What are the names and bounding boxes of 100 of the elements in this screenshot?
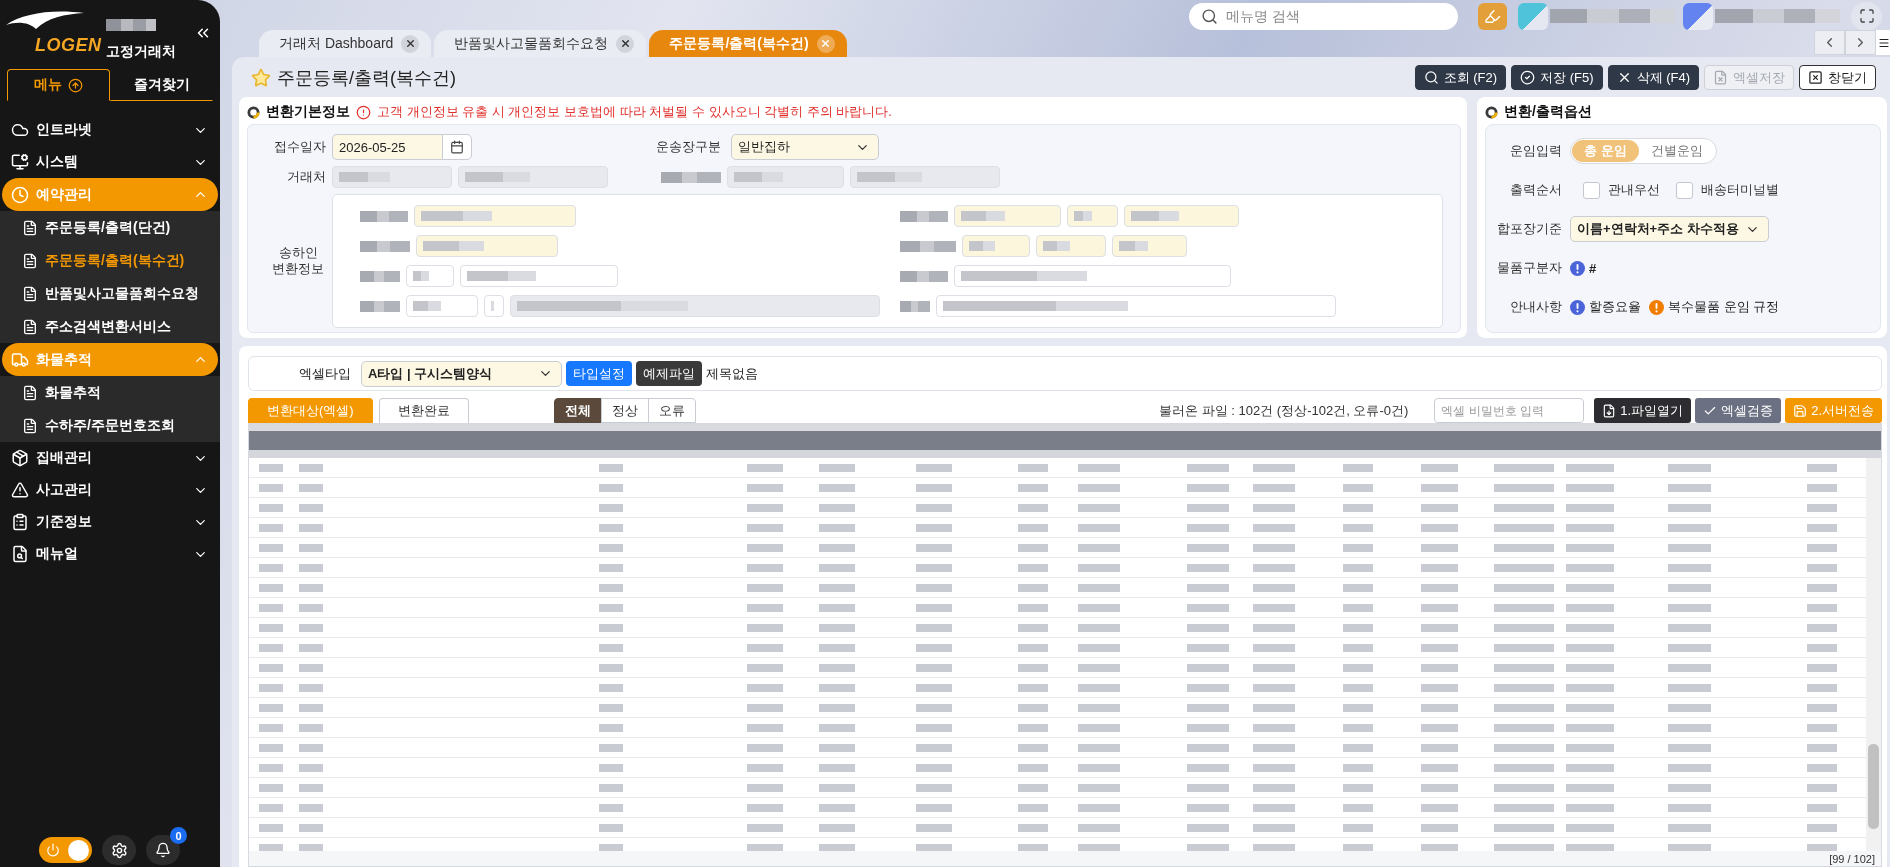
close-icon <box>404 38 416 49</box>
redacted-label <box>900 240 956 252</box>
redacted-field <box>484 295 504 317</box>
notice-link[interactable]: 할증요율 <box>1589 298 1641 316</box>
submenu-item[interactable]: 반품및사고물품회수요청 <box>0 277 220 310</box>
redacted-label <box>900 270 948 282</box>
page-counter: [99 / 102] <box>1829 852 1875 865</box>
filter-tab[interactable]: 정상 <box>600 398 649 423</box>
page-tab[interactable]: 반품및사고물품회수요청 <box>434 30 647 57</box>
cloud-icon <box>11 121 29 139</box>
document-search-icon <box>11 545 29 563</box>
document-icon <box>22 285 38 302</box>
waybill-type-select[interactable]: 일반집하 <box>731 134 879 160</box>
submenu-item[interactable]: 화물추적 <box>0 376 220 409</box>
submenu-item[interactable]: 주문등록/출력(단건) <box>0 211 220 244</box>
menu-item[interactable]: 기준정보 <box>2 506 218 538</box>
page-tab[interactable]: 거래처 Dashboard <box>259 30 432 57</box>
power-toggle[interactable] <box>39 837 92 863</box>
warning-triangle-icon <box>11 481 29 499</box>
field-label: 접수일자 <box>274 138 327 156</box>
file-download-icon <box>1602 403 1617 418</box>
file-summary-text: 불러온 파일 : 102건 (정상-102건, 오류-0건) <box>1159 401 1409 420</box>
redacted-field <box>406 295 478 317</box>
submenu-item[interactable]: 주소검색변환서비스 <box>0 310 220 343</box>
redacted-label <box>900 210 948 222</box>
scrollbar-track[interactable] <box>1866 458 1881 851</box>
field-label: 안내사항 <box>1510 298 1562 316</box>
redacted-field <box>1036 235 1106 257</box>
field-label: 거래처 <box>287 168 327 186</box>
info-icon[interactable] <box>1570 260 1585 276</box>
search-icon <box>1423 70 1439 85</box>
date-field[interactable]: 2026-05-25 <box>332 134 442 160</box>
menu-item[interactable]: 사고관리 <box>2 474 218 506</box>
excel-type-select[interactable]: A타입 | 구시스템양식 <box>361 360 562 387</box>
sidebar-tab[interactable]: 메뉴 <box>7 69 110 101</box>
field-label: 송하인 변환정보 <box>271 245 325 277</box>
checkbox[interactable] <box>1583 181 1600 199</box>
settings-button[interactable] <box>102 835 136 865</box>
menu-item[interactable]: 메뉴얼 <box>2 538 218 570</box>
action-button[interactable]: 1.파일열기 <box>1594 398 1692 423</box>
settings-icon <box>110 841 128 859</box>
fullscreen-icon <box>1858 8 1875 24</box>
toggle-knob <box>68 839 89 861</box>
clipboard-list-icon <box>11 513 29 531</box>
tab-close-button[interactable] <box>616 34 635 53</box>
sidebar-tab[interactable]: 즐겨찾기 <box>110 69 213 101</box>
document-icon <box>22 417 38 434</box>
highlighter-button[interactable] <box>1478 2 1507 30</box>
document-icon <box>22 384 38 401</box>
checkbox[interactable] <box>1676 181 1693 199</box>
truck-icon <box>11 350 29 369</box>
toolbar-button[interactable]: 창닫기 <box>1799 65 1876 90</box>
menu-item[interactable]: 인트라넷 <box>2 114 218 146</box>
logo-text: LOGEN <box>35 35 102 55</box>
checkbox-label[interactable]: 관내우선 <box>1608 181 1660 199</box>
view-tab[interactable]: 변환완료 <box>378 398 469 423</box>
submenu-item[interactable]: 주문등록/출력(복수건) <box>0 244 220 277</box>
search-field[interactable]: 메뉴명 검색 <box>1189 2 1458 30</box>
segment-option[interactable]: 건별운임 <box>1638 140 1715 162</box>
filter-tab[interactable]: 전체 <box>553 398 602 423</box>
redacted-label <box>360 270 400 282</box>
password-field[interactable]: 엑셀 비밀번호 입력 <box>1434 398 1585 423</box>
account-type-label: 고정거래처 <box>106 43 176 61</box>
type-button[interactable]: 타입설정 <box>566 361 632 386</box>
scrollbar-thumb[interactable] <box>1868 744 1879 829</box>
field-label: 운임입력 <box>1510 142 1562 160</box>
calendar-icon <box>450 140 464 154</box>
notice-link[interactable]: 복수물품 운임 규정 <box>1668 298 1780 316</box>
check-circle-icon <box>1520 70 1536 85</box>
menu-item[interactable]: 집배관리 <box>2 442 218 474</box>
menu-item[interactable]: 시스템 <box>2 146 218 178</box>
toolbar-button[interactable]: 삭제 (F4) <box>1607 65 1699 90</box>
filter-tab[interactable]: 오류 <box>647 398 696 423</box>
redacted-text <box>106 19 156 31</box>
highlighter-icon <box>1484 7 1501 25</box>
alert-icon <box>356 104 371 120</box>
fullscreen-button[interactable] <box>1851 1 1882 31</box>
menu-button[interactable] <box>1876 30 1890 55</box>
monitor-gear-icon <box>11 153 29 171</box>
action-button[interactable]: 엑셀검증 <box>1695 398 1782 423</box>
calendar-button[interactable] <box>442 134 472 160</box>
document-icon <box>22 252 38 269</box>
star-icon[interactable] <box>251 67 271 88</box>
section-title: 변환/출력옵션 <box>1504 103 1592 121</box>
redacted-field <box>1067 205 1118 227</box>
type-button[interactable]: 예제파일 <box>636 361 702 386</box>
section-title: 변환기본정보 <box>266 103 350 121</box>
ring-icon <box>1485 105 1498 119</box>
save-icon <box>1793 403 1808 418</box>
tab-close-button[interactable] <box>401 34 420 53</box>
merge-basis-select[interactable]: 이름+연락처+주소 차수적용 <box>1570 216 1769 242</box>
package-icon <box>11 449 29 467</box>
submenu-item[interactable]: 수하주/주문번호조회 <box>0 409 220 442</box>
toolbar-button[interactable]: 조회 (F2) <box>1414 65 1507 90</box>
ring-icon <box>247 105 260 119</box>
menu-icon <box>1878 36 1890 49</box>
toolbar-button[interactable]: 저장 (F5) <box>1511 65 1603 90</box>
redacted-field <box>406 265 454 287</box>
arrow-up-circle-icon <box>68 77 83 93</box>
checkbox-label[interactable]: 배송터미널별 <box>1701 181 1779 199</box>
